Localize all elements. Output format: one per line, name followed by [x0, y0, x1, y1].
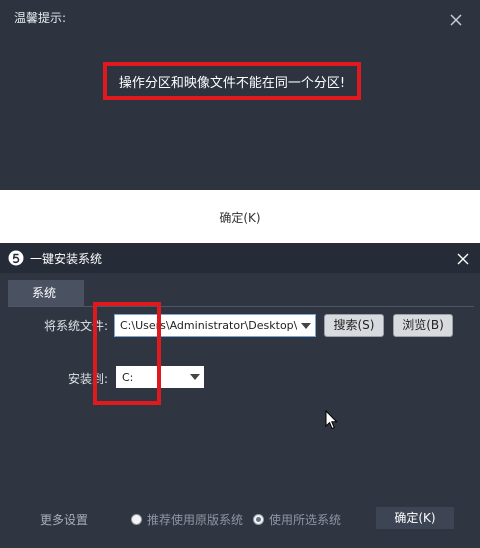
close-icon[interactable]	[447, 11, 465, 29]
installer-window: 一键安装系统 系统 将系统文件: C:\Users\Administrator\…	[0, 243, 480, 548]
chevron-down-icon[interactable]	[186, 366, 204, 388]
alert-message: 操作分区和映像文件不能在同一个分区!	[118, 75, 346, 91]
radio-selected-system[interactable]: 使用所选系统	[253, 511, 341, 528]
search-button[interactable]: 搜索(S)	[324, 314, 384, 337]
alert-message-highlight: 操作分区和映像文件不能在同一个分区!	[103, 62, 361, 100]
alert-dialog: 温馨提示: 操作分区和映像文件不能在同一个分区!	[0, 0, 480, 190]
installer-ok-button[interactable]: 确定(K)	[376, 507, 454, 529]
alert-title: 温馨提示:	[14, 11, 67, 25]
mouse-cursor-icon	[325, 409, 338, 430]
installer-titlebar: 一键安装系统	[0, 243, 480, 273]
alert-ok-button[interactable]: 确定(K)	[205, 207, 275, 229]
radio-button[interactable]	[131, 514, 142, 525]
installer-title: 一键安装系统	[30, 252, 103, 266]
highlight-box	[93, 302, 161, 405]
radio-label: 推荐使用原版系统	[147, 513, 244, 527]
radio-button[interactable]	[253, 514, 264, 525]
radio-label: 使用所选系统	[269, 513, 342, 527]
tab-system[interactable]: 系统	[8, 280, 84, 306]
tab-divider	[8, 306, 474, 307]
more-settings-label[interactable]: 更多设置	[40, 511, 88, 528]
browse-button[interactable]: 浏览(B)	[393, 314, 453, 337]
app-logo-icon	[8, 250, 24, 266]
close-icon[interactable]	[456, 251, 470, 265]
radio-original-system[interactable]: 推荐使用原版系统	[131, 511, 243, 528]
chevron-down-icon[interactable]	[297, 315, 315, 336]
